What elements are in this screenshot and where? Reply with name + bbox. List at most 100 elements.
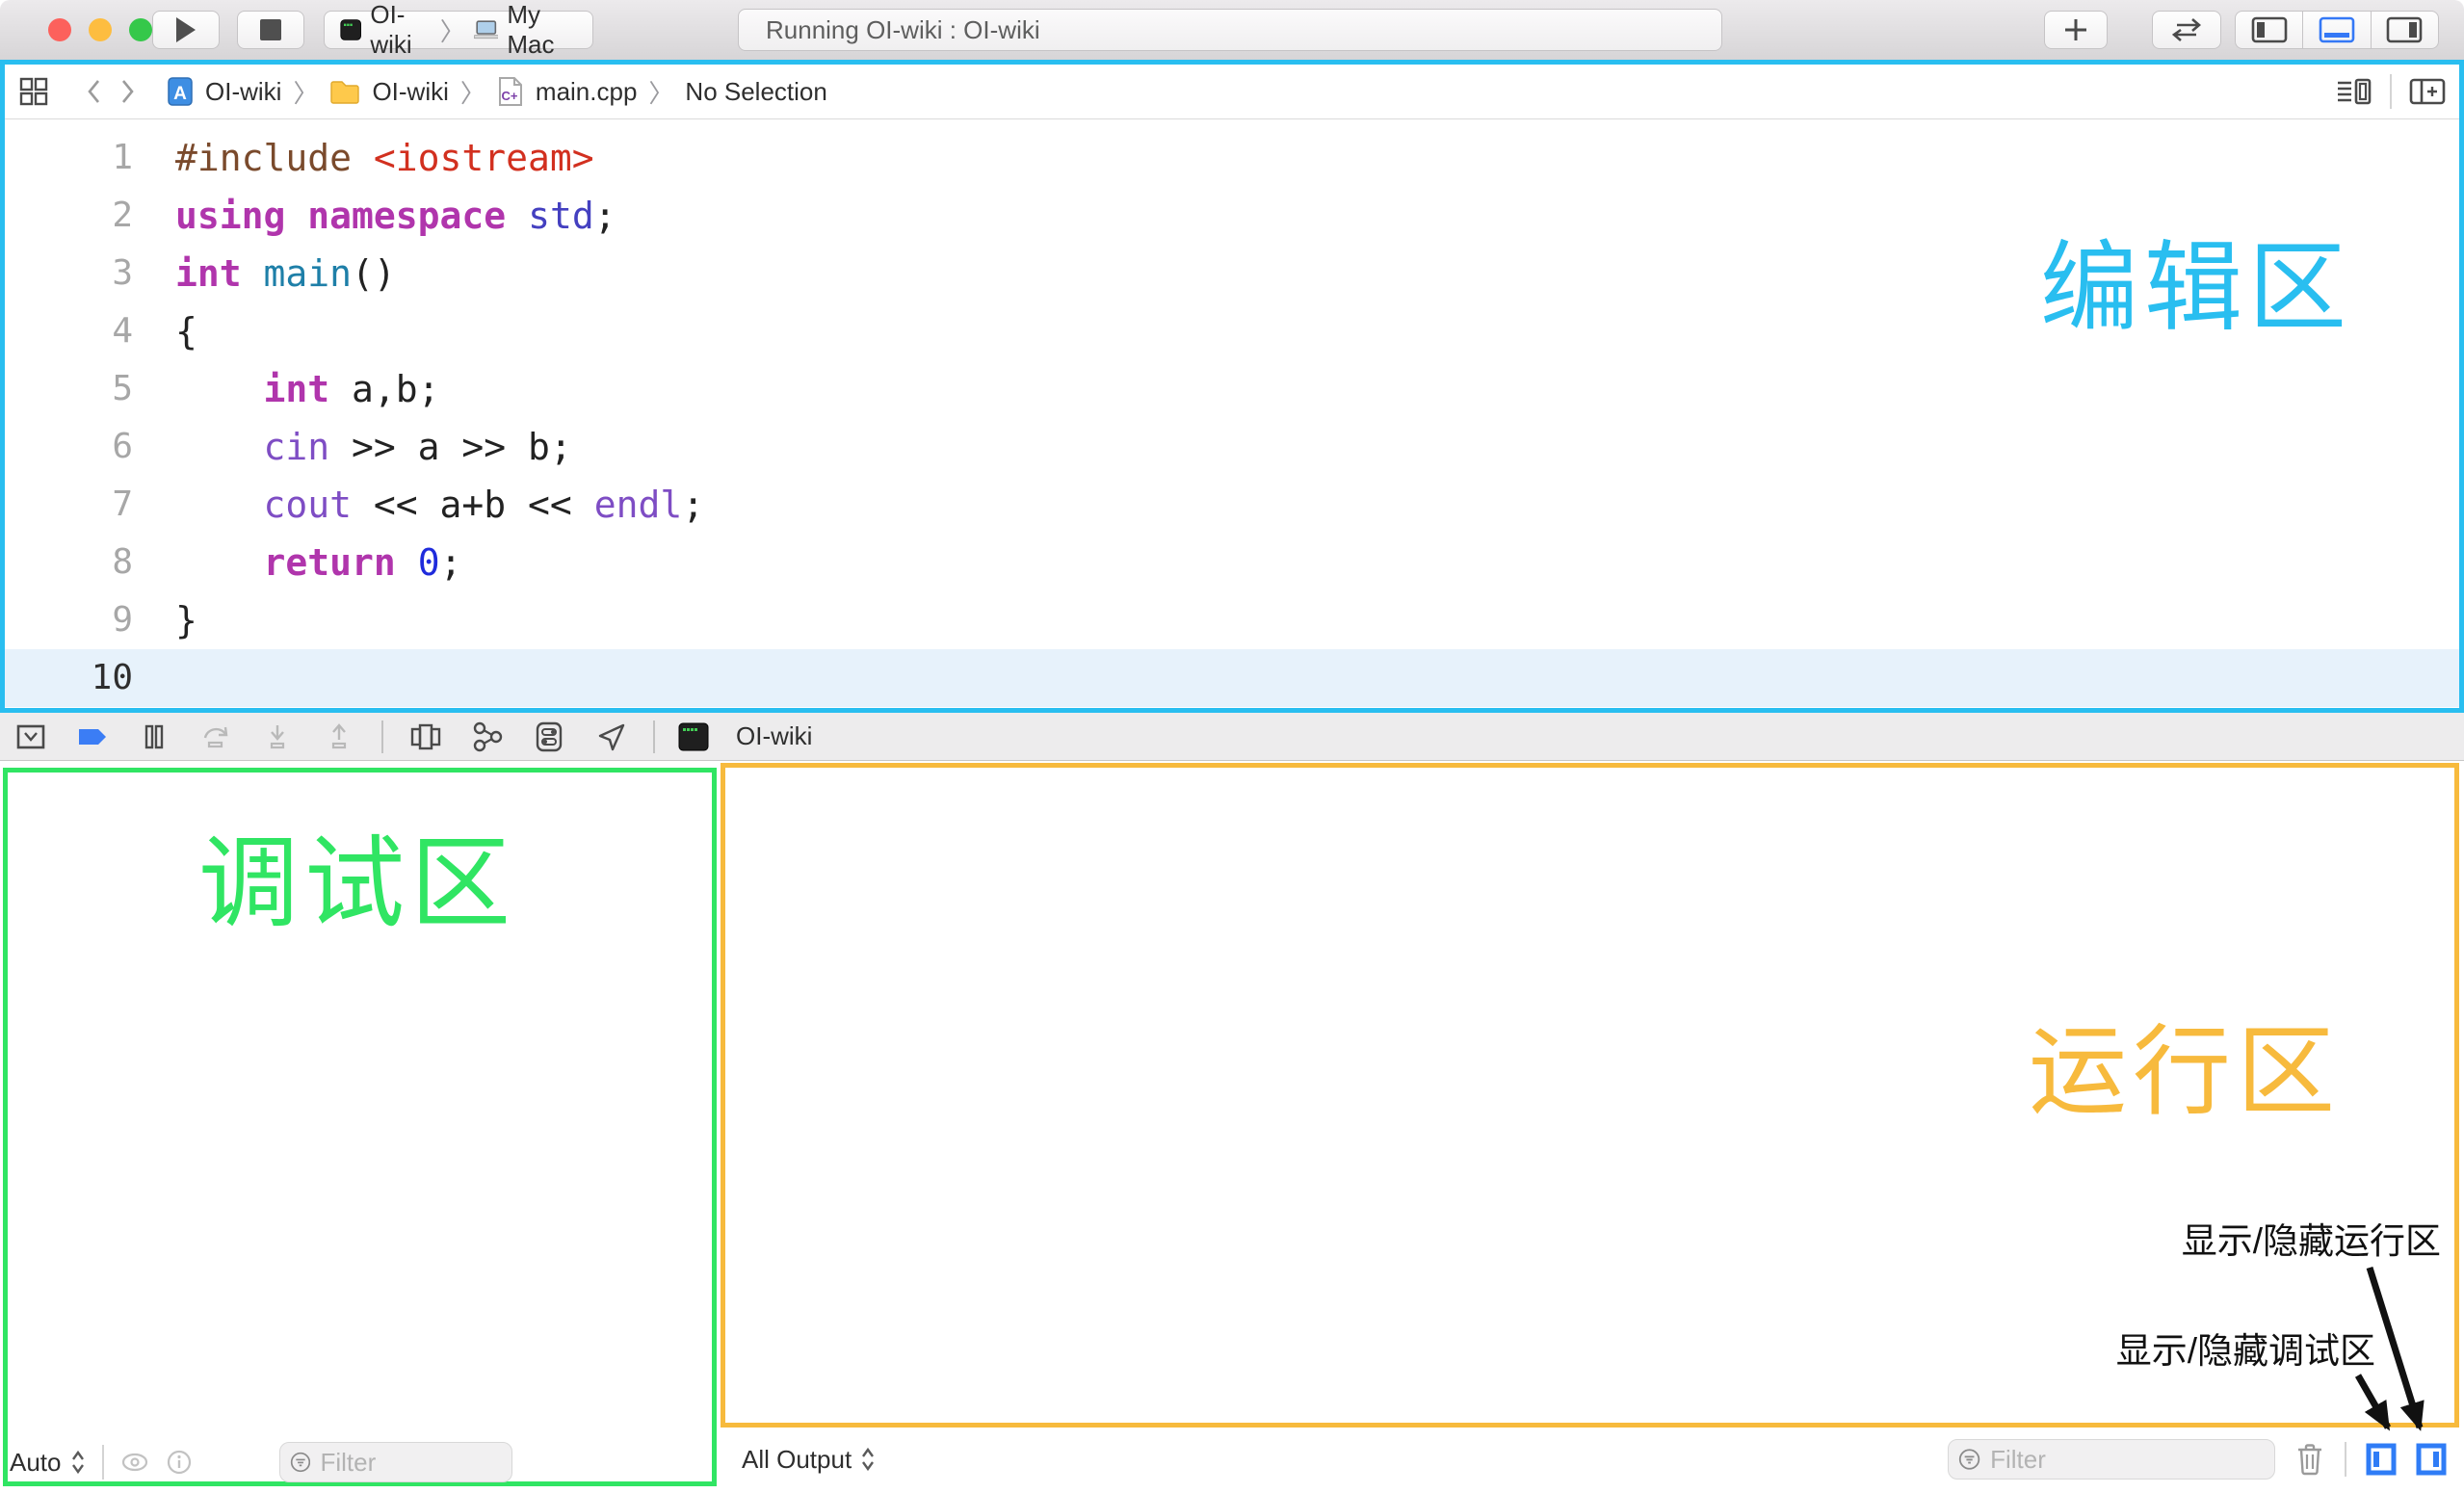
variables-filter-input[interactable]: [318, 1447, 501, 1479]
status-text: Running OI-wiki : OI-wiki: [766, 15, 1040, 45]
stop-button[interactable]: [237, 11, 304, 49]
breakpoints-toggle-icon[interactable]: [73, 718, 112, 756]
code-line: 7 cout << a+b << endl;: [5, 476, 2459, 534]
code-line: 5 int a,b;: [5, 360, 2459, 418]
code-text: cout << a+b << endl;: [133, 476, 704, 534]
code-text: int main(): [133, 245, 396, 302]
pause-icon[interactable]: [135, 718, 173, 756]
code-text: [133, 649, 175, 707]
hide-debug-area-icon[interactable]: [12, 718, 50, 756]
line-number: 4: [5, 302, 133, 360]
code-text: }: [133, 591, 197, 649]
process-name[interactable]: OI-wiki: [736, 721, 812, 751]
add-editor-icon[interactable]: [2409, 77, 2446, 106]
toggle-inspector-button[interactable]: [2371, 12, 2438, 48]
toggle-navigator-button[interactable]: [2236, 12, 2302, 48]
process-app-icon: [678, 721, 709, 752]
simulate-location-icon[interactable]: [591, 718, 630, 756]
line-number: 9: [5, 591, 133, 649]
scheme-selector[interactable]: OI-wiki 〉 My Mac: [324, 11, 593, 49]
chevron-updown-icon: [69, 1449, 87, 1476]
code-text: using namespace std;: [133, 187, 616, 245]
code-line: 6 cin >> a >> b;: [5, 418, 2459, 476]
line-number: 1: [5, 129, 133, 187]
line-number: 2: [5, 187, 133, 245]
clear-console-trash-icon[interactable]: [2294, 1442, 2325, 1477]
console-scope-popup[interactable]: All Output: [742, 1445, 877, 1475]
scheme-target-label: OI-wiki: [370, 0, 431, 60]
memory-graph-icon[interactable]: [468, 718, 507, 756]
jumpbar-project[interactable]: OI-wiki: [205, 77, 281, 107]
minimize-window-button[interactable]: [89, 18, 112, 41]
toggle-console-view-icon[interactable]: [2416, 1442, 2447, 1477]
activity-status: Running OI-wiki : OI-wiki: [738, 9, 1722, 51]
svg-text:A: A: [173, 84, 187, 104]
debug-toolbar: OI-wiki: [0, 713, 2464, 761]
line-number: 7: [5, 476, 133, 534]
filter-icon: [290, 1450, 311, 1475]
code-line: 9}: [5, 591, 2459, 649]
project-icon: A: [167, 76, 194, 107]
code-editor[interactable]: 1#include <iostream>2using namespace std…: [5, 119, 2459, 707]
step-into-icon[interactable]: [258, 718, 297, 756]
code-text: return 0;: [133, 534, 461, 591]
step-over-icon[interactable]: [197, 718, 235, 756]
related-items-icon[interactable]: [18, 76, 49, 107]
jump-bar: A OI-wiki 〉 OI-wiki 〉 C+ main.cpp 〉 No S…: [5, 65, 2459, 119]
swap-arrows-icon: [2169, 17, 2204, 42]
scheme-chevron: 〉: [440, 13, 465, 48]
forward-icon[interactable]: [117, 77, 138, 106]
variables-scope-popup[interactable]: Auto: [10, 1448, 87, 1478]
editor-area: A OI-wiki 〉 OI-wiki 〉 C+ main.cpp 〉 No S…: [0, 60, 2464, 713]
folder-icon: [329, 78, 360, 105]
library-add-button[interactable]: [2044, 11, 2108, 49]
jumpbar-chevron: 〉: [460, 74, 485, 110]
run-area-label: 运行区: [2029, 1023, 2341, 1121]
code-line: 10: [5, 649, 2459, 707]
quicklook-eye-icon[interactable]: [119, 1451, 150, 1474]
environment-overrides-icon[interactable]: [530, 718, 568, 756]
editor-mode-button[interactable]: [2152, 11, 2221, 49]
jumpbar-group[interactable]: OI-wiki: [372, 77, 448, 107]
code-text: int a,b;: [133, 360, 440, 418]
jumpbar-chevron: 〉: [648, 74, 673, 110]
scheme-destination-label: My Mac: [507, 0, 577, 60]
editor-options-icon[interactable]: [2336, 77, 2372, 106]
title-bar: OI-wiki 〉 My Mac Running OI-wiki : OI-wi…: [0, 0, 2464, 61]
debugbar-divider: [653, 720, 655, 753]
jumpbar-file[interactable]: main.cpp: [536, 77, 638, 107]
run-button[interactable]: [152, 11, 220, 49]
code-line: 1#include <iostream>: [5, 129, 2459, 187]
code-text: cin >> a >> b;: [133, 418, 572, 476]
toggle-debug-area-button[interactable]: [2302, 12, 2370, 48]
console-filter-field[interactable]: [1948, 1439, 2275, 1480]
jumpbar-chevron: 〉: [293, 74, 318, 110]
info-icon[interactable]: [166, 1449, 193, 1476]
jumpbar-selection[interactable]: No Selection: [685, 77, 826, 107]
code-text: {: [133, 302, 197, 360]
stop-icon: [259, 18, 282, 41]
view-hierarchy-icon[interactable]: [406, 718, 445, 756]
right-panel-icon: [2386, 16, 2423, 43]
svg-text:C+: C+: [501, 89, 517, 103]
my-mac-icon: [474, 18, 499, 41]
code-text: #include <iostream>: [133, 129, 594, 187]
code-lines: 1#include <iostream>2using namespace std…: [5, 129, 2459, 707]
zoom-window-button[interactable]: [129, 18, 152, 41]
line-number: 6: [5, 418, 133, 476]
toggle-debug-note: 显示/隐藏调试区: [2116, 1322, 2375, 1374]
variables-filter-field[interactable]: [279, 1442, 512, 1482]
variables-scope-label: Auto: [10, 1448, 62, 1478]
debug-area-label: 调试区: [198, 834, 516, 934]
xcode-window: OI-wiki 〉 My Mac Running OI-wiki : OI-wi…: [0, 0, 2464, 1493]
close-window-button[interactable]: [48, 18, 71, 41]
left-panel-icon: [2251, 16, 2288, 43]
plus-icon: [2063, 17, 2088, 42]
toggle-variables-view-icon[interactable]: [2366, 1442, 2397, 1477]
console-toolbar: All Output: [728, 1431, 2458, 1487]
variables-toolbar: Auto: [10, 1439, 711, 1485]
console-filter-input[interactable]: [1988, 1444, 2265, 1476]
line-number: 3: [5, 245, 133, 302]
step-out-icon[interactable]: [320, 718, 358, 756]
back-icon[interactable]: [84, 77, 105, 106]
